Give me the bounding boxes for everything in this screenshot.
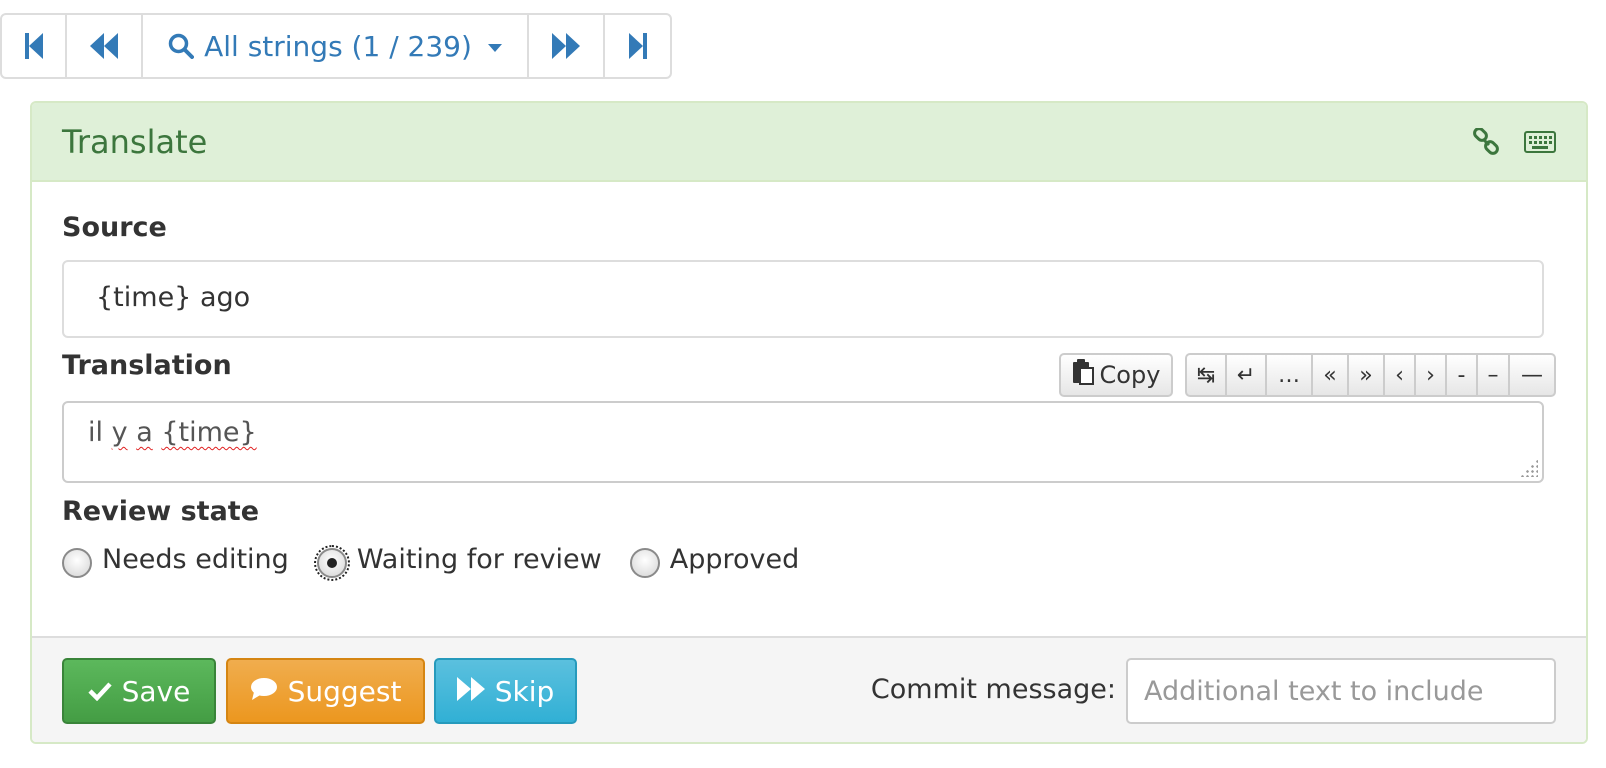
save-label: Save xyxy=(121,674,191,708)
editor-toolbar: Copy ↹ ↵ … « » ‹ › - – — xyxy=(1059,353,1556,397)
insert-left-guillemet-button[interactable]: « xyxy=(1313,355,1349,395)
translation-word: a xyxy=(136,417,153,448)
panel-heading: Translate xyxy=(32,103,1586,182)
radio-button[interactable] xyxy=(629,547,660,578)
chevron-down-icon xyxy=(487,44,502,52)
next-string-button[interactable] xyxy=(529,15,605,77)
radio-button-selected[interactable] xyxy=(313,544,350,581)
link-icon[interactable] xyxy=(1472,127,1500,156)
step-forward-icon xyxy=(552,33,580,59)
source-label: Source xyxy=(62,212,167,243)
save-button[interactable]: Save xyxy=(62,658,216,724)
suggest-label: Suggest xyxy=(287,674,402,708)
step-backward-icon xyxy=(90,33,118,59)
review-option-approved[interactable]: Approved xyxy=(629,544,800,578)
comment-icon xyxy=(250,675,278,708)
copy-label: Copy xyxy=(1099,361,1161,389)
source-text: {time} ago xyxy=(62,260,1544,338)
review-option-waiting-for-review[interactable]: Waiting for review xyxy=(313,544,602,581)
check-icon xyxy=(88,675,112,708)
translation-label: Translation xyxy=(62,350,232,381)
review-option-needs-editing[interactable]: Needs editing xyxy=(62,544,289,578)
insert-newline-button[interactable]: ↵ xyxy=(1227,355,1267,395)
string-navigation: All strings (1 / 239) xyxy=(0,13,672,79)
translate-panel: Translate Source {time} ago Translation … xyxy=(30,101,1588,744)
review-state-options: Needs editing Waiting for review Approve… xyxy=(62,544,800,581)
last-string-button[interactable] xyxy=(605,15,670,77)
insert-em-dash-button[interactable]: — xyxy=(1510,355,1554,395)
review-state-label: Review state xyxy=(62,496,260,527)
copy-source-button[interactable]: Copy xyxy=(1059,353,1173,397)
translation-word: y xyxy=(111,417,128,448)
search-icon xyxy=(168,33,195,59)
string-filter-label: All strings (1 / 239) xyxy=(204,29,472,63)
translation-textarea[interactable]: il y a {time} xyxy=(62,401,1544,483)
radio-label: Waiting for review xyxy=(356,544,602,575)
fast-forward-icon xyxy=(456,675,485,708)
clipboard-icon xyxy=(1072,359,1094,391)
insert-en-dash-button[interactable]: – xyxy=(1478,355,1510,395)
radio-button[interactable] xyxy=(62,547,92,578)
suggest-button[interactable]: Suggest xyxy=(226,658,425,724)
resize-handle[interactable] xyxy=(1520,459,1538,477)
skip-label: Skip xyxy=(494,674,555,708)
translation-word: {time} xyxy=(161,417,257,448)
panel-title: Translate xyxy=(62,122,208,161)
radio-label: Needs editing xyxy=(102,544,289,575)
commit-message-input[interactable] xyxy=(1126,658,1556,724)
translation-word: il xyxy=(88,417,104,448)
panel-body: Source {time} ago Translation Copy ↹ ↵ …… xyxy=(32,182,1586,642)
panel-footer: Save Suggest Skip Commit message: xyxy=(32,636,1586,742)
commit-message-label: Commit message: xyxy=(870,674,1116,705)
previous-string-button[interactable] xyxy=(67,15,143,77)
insert-tab-button[interactable]: ↹ xyxy=(1187,355,1227,395)
insert-left-single-guillemet-button[interactable]: ‹ xyxy=(1385,355,1416,395)
insert-ellipsis-button[interactable]: … xyxy=(1267,355,1313,395)
keyboard-icon[interactable] xyxy=(1524,130,1556,153)
skip-last-icon xyxy=(628,33,647,59)
skip-first-icon xyxy=(24,33,43,59)
radio-label: Approved xyxy=(669,544,800,575)
first-string-button[interactable] xyxy=(2,15,67,77)
insert-hyphen-button[interactable]: - xyxy=(1447,355,1478,395)
string-filter-dropdown[interactable]: All strings (1 / 239) xyxy=(143,15,529,77)
skip-button[interactable]: Skip xyxy=(434,658,577,724)
special-characters: ↹ ↵ … « » ‹ › - – — xyxy=(1185,353,1556,397)
panel-tools xyxy=(1472,127,1556,156)
insert-right-guillemet-button[interactable]: » xyxy=(1349,355,1385,395)
insert-right-single-guillemet-button[interactable]: › xyxy=(1416,355,1447,395)
